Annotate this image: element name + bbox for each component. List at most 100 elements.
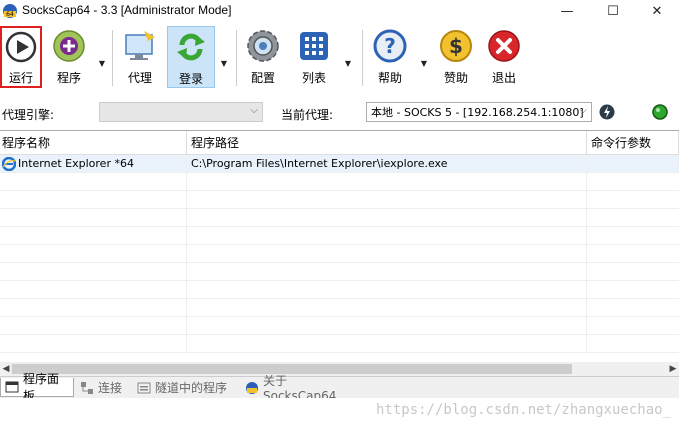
list-label: 列表 xyxy=(301,71,326,85)
table-cell-name: Internet Explorer *64 xyxy=(0,155,187,172)
table-cell xyxy=(187,191,587,208)
scroll-right-icon[interactable]: ▶ xyxy=(667,362,679,376)
table-row xyxy=(0,227,679,245)
programs-dropdown-icon[interactable]: ▼ xyxy=(97,58,107,68)
program-path: C:\Program Files\Internet Explorer\iexpl… xyxy=(187,155,587,172)
donate-button[interactable]: $ 赞助 xyxy=(435,26,477,88)
program-name: Internet Explorer *64 xyxy=(18,157,134,170)
donate-label: 赞助 xyxy=(443,71,468,85)
maximize-button[interactable]: ☐ xyxy=(590,0,636,22)
table-cell xyxy=(0,299,187,316)
table-row xyxy=(0,173,679,191)
title-bar: 64 SocksCap64 - 3.3 [Administrator Mode]… xyxy=(0,0,679,22)
current-proxy-select[interactable]: 本地 - SOCKS 5 - [192.168.254.1:1080] ⌵ xyxy=(366,102,592,122)
table-cell xyxy=(0,317,187,334)
tab-connections[interactable]: 连接 xyxy=(76,378,131,397)
play-icon xyxy=(1,28,41,66)
column-header-args[interactable]: 命令行参数 xyxy=(587,131,679,155)
dollar-coin-icon: $ xyxy=(436,26,476,66)
table-cell xyxy=(187,335,587,352)
list-button[interactable]: 列表 xyxy=(292,26,336,88)
tab-label: 隧道中的程序 xyxy=(155,381,228,395)
watermark-text: https://blog.csdn.net/zhangxuechao_ xyxy=(375,402,671,418)
table-row xyxy=(0,299,679,317)
table-cell xyxy=(187,263,587,280)
help-question-icon: ? xyxy=(370,26,410,66)
proxy-button[interactable]: 代理 xyxy=(118,26,162,88)
table-cell xyxy=(187,173,587,190)
chevron-down-icon: ⌵ xyxy=(579,105,587,116)
table-cell xyxy=(0,191,187,208)
table-row xyxy=(0,317,679,335)
table-cell xyxy=(187,281,587,298)
table-cell xyxy=(187,245,587,262)
toolbar-separator xyxy=(236,30,237,86)
table-cell xyxy=(187,317,587,334)
program-table: 程序名称 程序路径 命令行参数 Internet Explorer *64 C:… xyxy=(0,130,679,363)
tab-about[interactable]: 关于SocksCap64 xyxy=(241,374,359,403)
current-proxy-value: 本地 - SOCKS 5 - [192.168.254.1:1080] xyxy=(371,106,584,119)
window-title: SocksCap64 - 3.3 [Administrator Mode] xyxy=(22,3,232,17)
connections-icon xyxy=(80,381,94,395)
column-header-name[interactable]: 程序名称 xyxy=(0,131,187,155)
table-cell xyxy=(0,173,187,190)
table-cell xyxy=(0,245,187,262)
table-row[interactable]: Internet Explorer *64 C:\Program Files\I… xyxy=(0,155,679,173)
settings-button[interactable]: 配置 xyxy=(242,26,284,88)
table-cell xyxy=(0,263,187,280)
current-proxy-label: 当前代理: xyxy=(281,108,334,122)
run-label: 运行 xyxy=(8,71,33,85)
run-button[interactable]: 运行 xyxy=(0,26,42,88)
list-dropdown-icon[interactable]: ▼ xyxy=(343,58,353,68)
table-row xyxy=(0,209,679,227)
column-header-path[interactable]: 程序路径 xyxy=(187,131,587,155)
table-cell xyxy=(187,227,587,244)
help-dropdown-icon[interactable]: ▼ xyxy=(419,58,429,68)
app-icon: 64 xyxy=(2,3,18,19)
tunnel-icon xyxy=(137,381,151,395)
toolbar: 运行 程序 ▼ 代理 登录 ▼ 配置 列表 ▼ ? 帮助 ▼ $ 赞助 退出 xyxy=(0,24,679,90)
login-dropdown-icon[interactable]: ▼ xyxy=(219,58,229,68)
help-button[interactable]: ? 帮助 xyxy=(368,26,412,88)
table-cell xyxy=(187,299,587,316)
table-row xyxy=(0,245,679,263)
scroll-left-icon[interactable]: ◀ xyxy=(0,362,12,376)
add-program-icon xyxy=(49,26,89,66)
table-cell xyxy=(0,209,187,226)
proxy-engine-label: 代理引擎: xyxy=(2,108,55,122)
lightning-icon[interactable] xyxy=(599,104,615,120)
ie-icon xyxy=(2,156,16,171)
tab-tunneled-programs[interactable]: 隧道中的程序 xyxy=(133,378,237,397)
table-row xyxy=(0,335,679,353)
minimize-button[interactable]: — xyxy=(544,0,590,22)
proxy-monitor-icon xyxy=(120,26,160,66)
grid-list-icon xyxy=(294,26,334,66)
login-label: 登录 xyxy=(178,72,203,86)
table-cell xyxy=(0,281,187,298)
proxy-engine-select[interactable]: ⌵ xyxy=(99,102,263,122)
login-button[interactable]: 登录 xyxy=(167,26,215,88)
bottom-tabs: 程序面板 连接 隧道中的程序 关于SocksCap64 xyxy=(0,372,679,403)
program-args xyxy=(587,155,679,172)
gear-icon xyxy=(243,26,283,66)
svg-text:64: 64 xyxy=(6,11,14,18)
app-icon xyxy=(245,381,259,395)
close-window-button[interactable]: ✕ xyxy=(634,0,679,22)
proxy-bar: 代理引擎: ⌵ 当前代理: 本地 - SOCKS 5 - [192.168.25… xyxy=(0,98,679,126)
programs-label: 程序 xyxy=(56,71,81,85)
svg-text:?: ? xyxy=(384,34,396,58)
refresh-arrows-icon xyxy=(171,27,211,67)
tab-label: 连接 xyxy=(98,381,123,395)
status-green-icon xyxy=(652,104,668,120)
exit-button[interactable]: 退出 xyxy=(483,26,525,88)
tab-program-panel[interactable]: 程序面板 xyxy=(0,372,74,403)
settings-label: 配置 xyxy=(250,71,275,85)
exit-x-icon xyxy=(484,26,524,66)
programs-button[interactable]: 程序 xyxy=(48,26,90,88)
help-label: 帮助 xyxy=(377,71,402,85)
proxy-label: 代理 xyxy=(127,71,152,85)
toolbar-separator xyxy=(112,30,113,86)
table-cell xyxy=(187,209,587,226)
svg-text:$: $ xyxy=(449,34,463,58)
table-cell xyxy=(0,335,187,352)
